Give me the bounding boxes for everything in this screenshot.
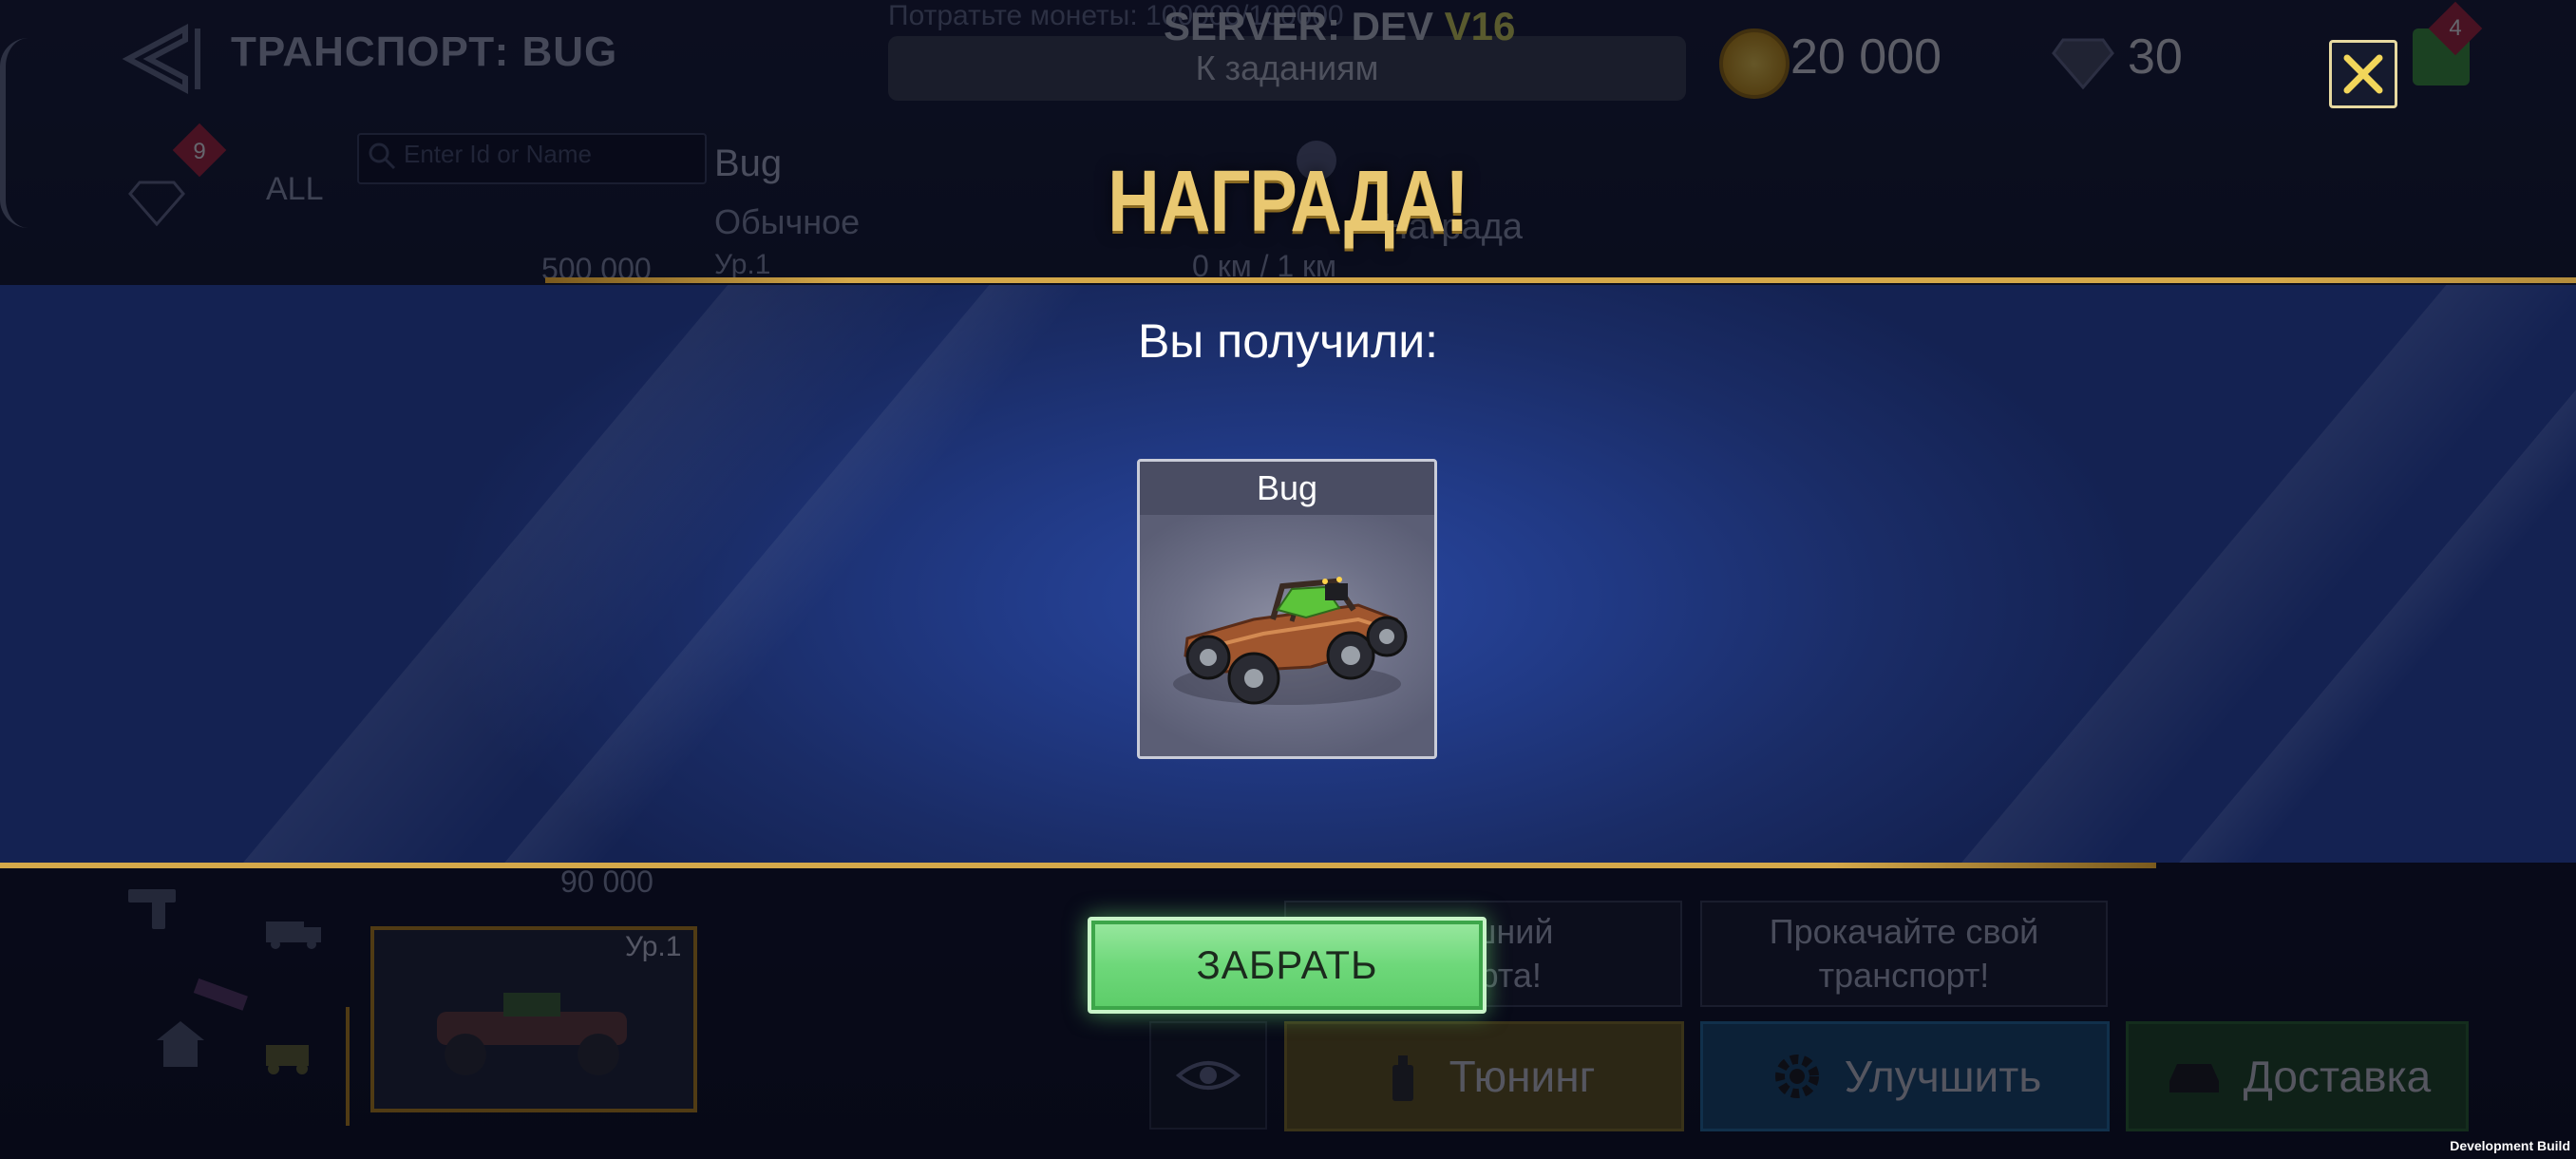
category-icons[interactable]: [123, 884, 342, 1092]
vehicle-thumbnail: [437, 993, 627, 1075]
banner-gold-line-top: [545, 277, 2576, 283]
reward-item-name: Bug: [1140, 462, 1434, 515]
home-icon: [157, 1021, 204, 1067]
vehicle-level: Ур.1: [714, 249, 771, 280]
coin-icon: [1719, 28, 1790, 99]
reward-item-card: Bug: [1137, 459, 1437, 759]
gear-icon: [1774, 1054, 1819, 1098]
truck-icon: [266, 922, 321, 949]
development-build-label: Development Build: [2450, 1138, 2570, 1153]
gem-balance: 30: [2128, 29, 2183, 85]
diamond-filter-icon[interactable]: [128, 179, 185, 226]
diamond-icon: [2052, 38, 2114, 89]
gem-filter-badge-count: 9: [193, 139, 206, 164]
claim-reward-button[interactable]: ЗАБРАТЬ: [1088, 917, 1487, 1014]
server-name: SERVER: DEV: [1164, 4, 1433, 48]
delivery-label: Доставка: [2243, 1052, 2432, 1101]
delivery-button[interactable]: Доставка: [2126, 1021, 2469, 1131]
forklift-icon: [266, 1045, 309, 1074]
side-curve-decoration: [0, 38, 34, 228]
buggy-vehicle-image: [1173, 577, 1408, 705]
reward-title: НАГРАДА!: [1108, 153, 1468, 250]
tuning-label: Тюнинг: [1449, 1052, 1596, 1101]
close-button[interactable]: [2329, 40, 2397, 108]
sidebar-separator: [346, 1007, 350, 1126]
car-icon: [2169, 1064, 2219, 1092]
spray-can-icon: [1392, 1055, 1413, 1101]
list-item-price: 90 000: [560, 864, 653, 899]
coin-balance: 20 000: [1790, 29, 1942, 85]
preview-button[interactable]: [1149, 1021, 1267, 1130]
server-label: SERVER: DEV V16: [1164, 4, 1515, 49]
screen-title: ТРАНСПОРТ: BUG: [231, 28, 618, 75]
close-icon: [2343, 54, 2383, 94]
upgrade-button[interactable]: Улучшить: [1700, 1021, 2110, 1131]
tip-card-upgrade: Прокачайте свой транспорт!: [1700, 901, 2108, 1007]
notification-badge-count: 4: [2449, 15, 2462, 41]
received-label: Вы получили:: [1137, 314, 1439, 368]
game-screen: ТРАНСПОРТ: BUG Потратьте монеты: 100000/…: [0, 0, 2576, 1159]
banner-gold-line-bottom: [0, 863, 2156, 868]
back-arrow-icon[interactable]: [119, 21, 204, 97]
tuning-button[interactable]: Тюнинг: [1284, 1021, 1684, 1131]
vehicle-card-level: Ур.1: [625, 931, 682, 962]
upgrade-label: Улучшить: [1844, 1052, 2042, 1101]
server-version: V16: [1444, 4, 1516, 48]
pistol-icon: [128, 889, 176, 929]
tip-text-upgrade: Прокачайте свой транспорт!: [1769, 912, 2039, 995]
eye-icon: [1175, 1061, 1241, 1090]
reward-item-image: [1140, 515, 1434, 756]
